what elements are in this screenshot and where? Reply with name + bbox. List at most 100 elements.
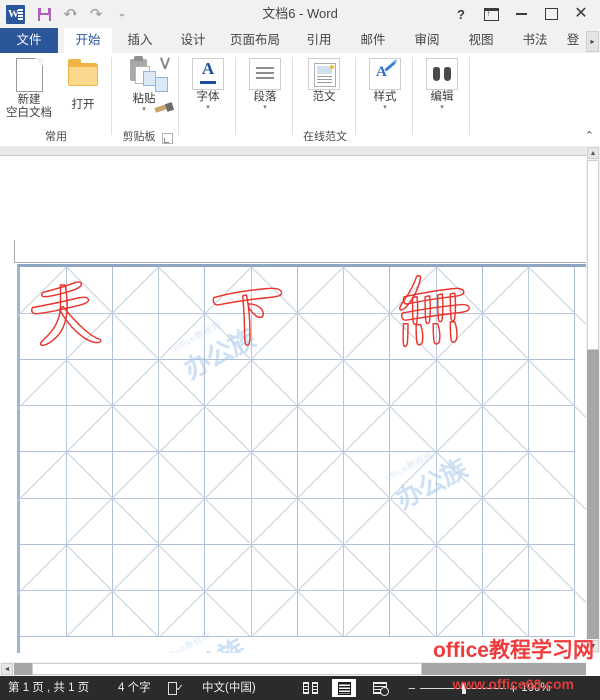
horizontal-scrollbar[interactable]: ◄ (0, 662, 586, 676)
ribbon-display-options-button[interactable] (476, 0, 506, 28)
view-web-layout-button[interactable] (368, 679, 392, 697)
sample-document-button[interactable]: 范文 (297, 57, 351, 104)
vertical-scroll-track[interactable] (587, 160, 599, 639)
group-separator (178, 57, 179, 135)
group-label-clipboard: 剪贴板 (122, 131, 156, 143)
ribbon-group-common: 新建 空白文档 打开 常用 (0, 53, 112, 146)
document-canvas[interactable]: office教程网 办公族 office教程网 办公族 office教程网 办公… (0, 156, 586, 653)
grid-cell (251, 266, 436, 360)
customize-qat-button[interactable]: ⩦ (110, 3, 134, 25)
help-button[interactable]: ? (446, 0, 476, 28)
web-layout-icon (373, 682, 389, 696)
minimize-button[interactable] (506, 0, 536, 28)
clipboard-dialog-launcher[interactable] (162, 133, 173, 144)
format-painter-button[interactable] (155, 101, 173, 115)
grid-cell (159, 451, 344, 545)
language-status[interactable]: 中文(中国) (202, 676, 256, 700)
page-info[interactable]: 第 1 页 , 共 1 页 (8, 676, 89, 700)
grid-cell (17, 266, 159, 360)
group-separator (292, 57, 293, 135)
paragraph-button[interactable]: 段落 ▾ (238, 57, 292, 111)
redo-button[interactable]: ↷ (84, 3, 108, 25)
paragraph-dropdown-icon[interactable]: ▾ (238, 104, 292, 111)
undo-button[interactable]: ↶ ▾ (58, 3, 82, 25)
minimize-icon (515, 13, 527, 15)
new-document-label2: 空白文档 (6, 107, 52, 119)
vertical-scrollbar[interactable]: ▲ ▼ (586, 146, 600, 653)
tab-mailings[interactable]: 邮件 (350, 28, 396, 53)
grid-cell (17, 359, 159, 452)
grid-cell (17, 544, 159, 637)
cut-button[interactable] (157, 57, 173, 73)
copy-button[interactable] (155, 77, 168, 92)
ribbon-group-paragraph: 段落 ▾ (237, 53, 293, 146)
grid-cell (66, 266, 251, 360)
scroll-down-button[interactable]: ▼ (587, 640, 599, 652)
editing-label: 编辑 (430, 91, 454, 103)
tab-review[interactable]: 审阅 (404, 28, 450, 53)
grid-cell (251, 544, 436, 637)
ribbon: 新建 空白文档 打开 常用 粘贴 ▾ 剪贴板 A 字体 ▾ 段落 ▾ 范文 在线… (0, 53, 600, 147)
copy-icon (155, 77, 168, 92)
tab-scroll-right-icon[interactable]: ▸ (586, 31, 599, 52)
tab-calligraphy[interactable]: 书法 (512, 28, 558, 53)
zoom-in-button[interactable]: + (510, 682, 518, 695)
window-controls: ? ✕ (446, 0, 596, 28)
zoom-slider-thumb[interactable] (461, 682, 466, 694)
save-button[interactable] (32, 3, 56, 25)
undo-dropdown-icon[interactable]: ▾ (73, 10, 77, 18)
open-folder-icon (66, 59, 100, 97)
quick-access-toolbar: ↶▾ ↷ ⩦ (6, 3, 134, 25)
tab-layout[interactable]: 页面布局 (222, 28, 288, 53)
editing-button[interactable]: 编辑 ▾ (415, 57, 469, 111)
print-layout-icon (337, 681, 351, 695)
scroll-left-button[interactable]: ◄ (1, 663, 13, 675)
styles-dropdown-icon[interactable]: ▾ (358, 104, 412, 111)
ribbon-group-font: A 字体 ▾ (180, 53, 236, 146)
view-print-layout-button[interactable] (332, 679, 356, 697)
collapse-ribbon-button[interactable]: ⌃ (585, 129, 594, 142)
open-label: 打开 (71, 99, 95, 111)
save-icon (37, 7, 51, 21)
zoom-level-label[interactable]: 100% (521, 682, 550, 694)
styles-button[interactable]: A 样式 ▾ (358, 57, 412, 111)
grid-cell (436, 266, 586, 360)
tab-references[interactable]: 引用 (296, 28, 342, 53)
tab-design[interactable]: 设计 (170, 28, 216, 53)
grid-cell (66, 451, 251, 545)
format-painter-icon (155, 101, 173, 115)
view-read-mode-button[interactable] (298, 679, 322, 697)
grid-cell (251, 451, 436, 545)
grid-cell (251, 359, 436, 452)
horizontal-scroll-track[interactable] (14, 663, 586, 675)
word-count[interactable]: 4 个字 (118, 676, 151, 700)
group-separator (111, 57, 112, 135)
page-margin-left (14, 240, 15, 263)
editing-dropdown-icon[interactable]: ▾ (415, 104, 469, 111)
zoom-out-button[interactable]: − (408, 682, 416, 695)
grid-cell (159, 266, 344, 360)
new-blank-document-button[interactable]: 新建 空白文档 (2, 57, 56, 120)
close-button[interactable]: ✕ (566, 0, 596, 28)
ribbon-group-styles: A 样式 ▾ (357, 53, 413, 146)
grid-cell (436, 544, 586, 637)
read-mode-icon (302, 682, 318, 694)
group-label-online-samples: 在线范文 (303, 131, 347, 143)
tab-home[interactable]: 开始 (64, 28, 112, 53)
scissors-icon (157, 57, 173, 73)
tab-login[interactable]: 登 (563, 28, 583, 53)
scroll-up-button[interactable]: ▲ (587, 147, 599, 159)
tab-view[interactable]: 视图 (458, 28, 504, 53)
maximize-button[interactable] (536, 0, 566, 28)
font-button[interactable]: A 字体 ▾ (181, 57, 235, 111)
vertical-scroll-thumb[interactable] (587, 160, 599, 350)
font-dropdown-icon[interactable]: ▾ (181, 104, 235, 111)
tab-file[interactable]: 文件 (0, 28, 58, 53)
grid-cell (344, 451, 529, 545)
open-button[interactable]: 打开 (56, 57, 110, 112)
zoom-slider-track[interactable] (419, 682, 506, 694)
horizontal-scroll-thumb[interactable] (32, 663, 422, 675)
grid-cell (344, 544, 529, 637)
new-document-label: 新建 (17, 94, 41, 106)
tab-insert[interactable]: 插入 (117, 28, 163, 53)
